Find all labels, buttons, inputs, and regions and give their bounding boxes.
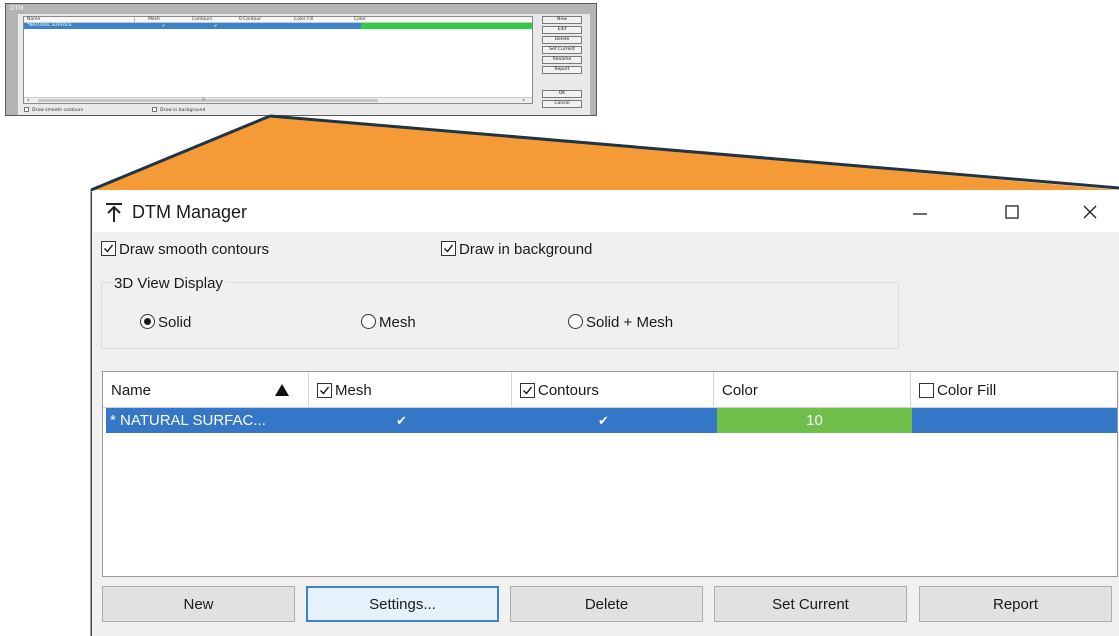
radio-unselected-icon[interactable] (361, 314, 376, 329)
close-icon[interactable] (1067, 192, 1113, 232)
screenshot-stage: DTM Name Mesh Contours 0 Contour Color F… (0, 0, 1119, 636)
col-name-label: Name (111, 381, 152, 399)
radio-mesh-label: Mesh (379, 314, 416, 331)
col-header-color[interactable]: Color (714, 372, 911, 408)
surface-grid: Name Mesh Contours Color Color Fill * NA… (102, 371, 1118, 577)
col-header-color-fill[interactable]: Color Fill (911, 372, 1117, 408)
app-icon (106, 203, 122, 222)
radio-solid-mesh-label: Solid + Mesh (586, 314, 674, 331)
view-display-label: 3D View Display (111, 275, 226, 292)
checkbox-checked-icon[interactable] (441, 241, 456, 256)
title-bar[interactable]: DTM Manager (92, 192, 1119, 232)
dtm-manager-window: DTM Manager Draw smooth contours Draw in… (91, 192, 1119, 636)
radio-mesh[interactable]: Mesh (361, 314, 416, 331)
radio-unselected-icon[interactable] (568, 314, 583, 329)
col-color-label: Color (722, 381, 758, 399)
checkbox-checked-icon[interactable] (317, 382, 332, 398)
col-header-contours[interactable]: Contours (512, 372, 714, 408)
minimize-icon[interactable] (897, 192, 943, 232)
col-contours-label: Contours (538, 381, 599, 399)
checkbox-unchecked-icon[interactable] (919, 382, 934, 398)
col-color-fill-label: Color Fill (937, 381, 997, 399)
smooth-contours-label: Draw smooth contours (119, 241, 270, 258)
delete-button[interactable]: Delete (510, 586, 703, 622)
checkbox-checked-icon[interactable] (101, 241, 116, 256)
row-color-cell[interactable]: 10 (717, 408, 912, 433)
smooth-contours-checkbox[interactable]: Draw smooth contours (101, 241, 269, 258)
radio-solid[interactable]: Solid (140, 314, 191, 331)
checkbox-checked-icon[interactable] (520, 382, 535, 398)
col-header-mesh[interactable]: Mesh (309, 372, 512, 408)
row-mesh-check-icon[interactable]: ✔ (396, 408, 407, 433)
report-button[interactable]: Report (919, 586, 1112, 622)
table-row[interactable]: * NATURAL SURFAC... ✔ ✔ 10 (106, 408, 1117, 433)
new-button[interactable]: New (102, 586, 295, 622)
window-title: DTM Manager (132, 202, 248, 222)
draw-background-checkbox[interactable]: Draw in background (441, 241, 592, 258)
radio-selected-icon[interactable] (140, 314, 155, 329)
grid-header: Name Mesh Contours Color Color Fill (103, 372, 1117, 408)
settings-button[interactable]: Settings... (306, 586, 499, 622)
row-contours-check-icon[interactable]: ✔ (598, 408, 609, 433)
radio-solid-label: Solid (158, 314, 192, 331)
draw-background-label: Draw in background (459, 241, 593, 258)
sort-ascending-icon (275, 384, 289, 396)
view-display-group (101, 282, 899, 349)
set-current-button[interactable]: Set Current (714, 586, 907, 622)
row-name-cell: * NATURAL SURFAC... (110, 412, 266, 429)
col-mesh-label: Mesh (335, 381, 372, 399)
maximize-icon[interactable] (989, 192, 1035, 232)
radio-solid-mesh[interactable]: Solid + Mesh (568, 314, 673, 331)
col-header-name[interactable]: Name (103, 372, 309, 408)
